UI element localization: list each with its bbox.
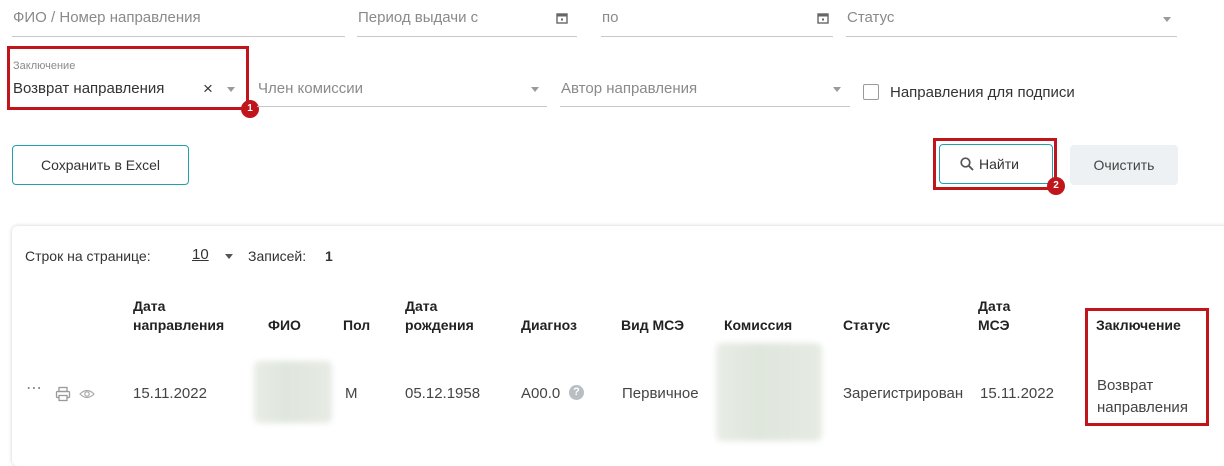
- more-actions-icon[interactable]: ⋯: [26, 378, 43, 398]
- cell-birth-date: 05.12.1958: [405, 385, 481, 402]
- cell-diagnosis: A00.0: [521, 385, 561, 402]
- fio-input-placeholder[interactable]: ФИО / Номер направления: [13, 9, 201, 26]
- header-text: Дата: [405, 298, 438, 314]
- cell-date-direction: 15.11.2022: [133, 385, 207, 402]
- annotation-badge-2: 2: [1047, 177, 1065, 195]
- header-mse-date[interactable]: Дата МСЭ: [978, 297, 1010, 335]
- chevron-down-icon[interactable]: [225, 254, 233, 259]
- header-fio[interactable]: ФИО: [268, 316, 301, 335]
- chevron-down-icon[interactable]: [531, 87, 539, 92]
- fio-input[interactable]: [12, 36, 345, 37]
- cell-commission-redacted: [716, 343, 822, 441]
- status-select[interactable]: Статус: [847, 9, 894, 26]
- header-date-direction[interactable]: Дата направления: [133, 297, 224, 335]
- sign-checkbox-label: Направления для подписи: [890, 84, 1075, 101]
- cell-mse-type: Первичное: [622, 385, 699, 402]
- clear-button[interactable]: Очистить: [1070, 145, 1178, 185]
- header-birth-date[interactable]: Дата рождения: [405, 297, 474, 335]
- header-commission[interactable]: Комиссия: [724, 316, 792, 335]
- cell-sex: М: [345, 385, 358, 402]
- header-diagnosis[interactable]: Диагноз: [521, 316, 577, 335]
- header-status[interactable]: Статус: [843, 316, 890, 335]
- header-text: Дата: [133, 298, 166, 314]
- annotation-box-2: [933, 138, 1057, 190]
- records-count: 1: [325, 248, 333, 264]
- records-label: Записей:: [248, 248, 307, 264]
- cell-fio-redacted: [254, 361, 332, 423]
- rows-per-page-label: Строк на странице:: [25, 248, 151, 264]
- header-text: рождения: [405, 317, 474, 333]
- header-sex[interactable]: Пол: [343, 316, 370, 335]
- rows-per-page-select[interactable]: 10: [192, 246, 209, 263]
- header-text: Дата: [978, 298, 1011, 314]
- chevron-down-icon[interactable]: [1163, 17, 1171, 22]
- period-from-input[interactable]: Период выдачи с: [358, 9, 478, 26]
- cell-mse-date: 15.11.2022: [980, 385, 1054, 402]
- save-excel-button[interactable]: Сохранить в Excel: [12, 145, 189, 185]
- calendar-icon[interactable]: [817, 12, 829, 24]
- header-text: МСЭ: [978, 317, 1010, 333]
- header-mse-type[interactable]: Вид МСЭ: [621, 316, 684, 335]
- calendar-icon[interactable]: [556, 12, 568, 24]
- print-icon[interactable]: [55, 386, 71, 402]
- author-select[interactable]: Автор направления: [561, 80, 697, 97]
- period-to-input[interactable]: по: [602, 9, 618, 26]
- commission-member-select[interactable]: Член комиссии: [258, 80, 363, 97]
- header-text: направления: [133, 317, 225, 333]
- cell-status: Зарегистрирован: [843, 385, 964, 402]
- help-icon[interactable]: ?: [569, 385, 584, 400]
- annotation-box-3: [1085, 308, 1209, 426]
- annotation-badge-1: 1: [241, 100, 259, 118]
- chevron-down-icon[interactable]: [833, 87, 841, 92]
- annotation-box-1: [7, 46, 249, 110]
- sign-checkbox[interactable]: [863, 84, 879, 100]
- eye-icon[interactable]: [79, 388, 95, 400]
